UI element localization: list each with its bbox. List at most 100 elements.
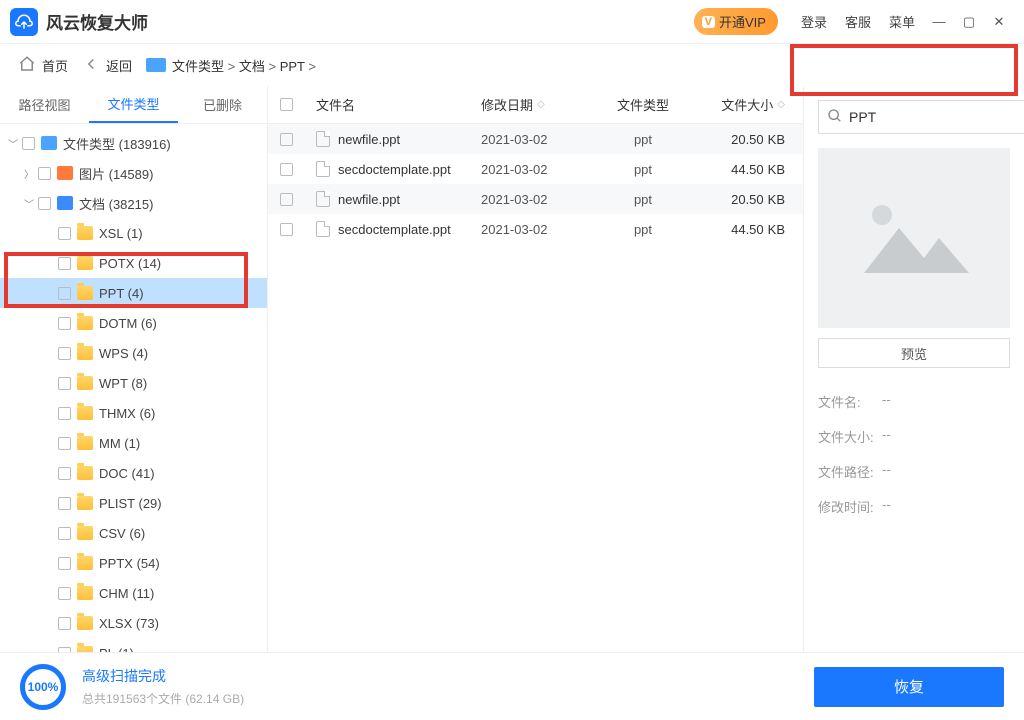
folder-icon xyxy=(77,346,93,360)
checkbox[interactable] xyxy=(22,137,35,150)
file-icon xyxy=(316,221,330,237)
checkbox[interactable] xyxy=(58,347,71,360)
tree-folder[interactable]: PPT (4) xyxy=(0,278,267,308)
checkbox[interactable] xyxy=(38,197,51,210)
tree-folder[interactable]: DOTM (6) xyxy=(0,308,267,338)
col-date[interactable]: 修改日期◇ xyxy=(473,95,593,114)
checkbox[interactable] xyxy=(58,527,71,540)
file-type: ppt xyxy=(593,132,693,147)
close-icon[interactable]: ✕ xyxy=(990,13,1008,31)
home-icon xyxy=(18,55,36,76)
support-link[interactable]: 客服 xyxy=(845,12,871,31)
file-size: 44.50 xyxy=(731,222,764,237)
checkbox[interactable] xyxy=(58,317,71,330)
col-name[interactable]: 文件名 xyxy=(308,95,473,114)
meta-name-value: -- xyxy=(882,392,891,411)
preview-area xyxy=(818,148,1010,328)
file-type: ppt xyxy=(593,192,693,207)
tree-root[interactable]: ﹀ 文件类型 (183916) xyxy=(0,128,267,158)
search-icon xyxy=(827,108,843,127)
checkbox[interactable] xyxy=(58,497,71,510)
login-link[interactable]: 登录 xyxy=(801,12,827,31)
checkbox[interactable] xyxy=(38,167,51,180)
meta-size-label: 文件大小: xyxy=(818,427,882,446)
meta-name-label: 文件名: xyxy=(818,392,882,411)
tree-folder[interactable]: PL (1) xyxy=(0,638,267,652)
folder-icon xyxy=(77,466,93,480)
table-row[interactable]: newfile.ppt2021-03-02ppt20.50KB xyxy=(268,184,803,214)
folder-icon xyxy=(77,406,93,420)
tree-folder[interactable]: WPS (4) xyxy=(0,338,267,368)
table-row[interactable]: secdoctemplate.ppt2021-03-02ppt44.50KB xyxy=(268,214,803,244)
table-row[interactable]: secdoctemplate.ppt2021-03-02ppt44.50KB xyxy=(268,154,803,184)
right-panel: 搜索 预览 文件名:-- 文件大小:-- 文件路径:-- 修改时间:-- xyxy=(804,86,1024,652)
tree-folder[interactable]: PPTX (54) xyxy=(0,548,267,578)
checkbox[interactable] xyxy=(58,407,71,420)
home-button[interactable]: 首页 xyxy=(18,55,68,76)
checkbox[interactable] xyxy=(58,467,71,480)
file-size: 20.50 xyxy=(731,132,764,147)
col-size[interactable]: 文件大小◇ xyxy=(693,95,803,114)
folder-icon xyxy=(77,526,93,540)
preview-button[interactable]: 预览 xyxy=(818,338,1010,368)
checkbox[interactable] xyxy=(280,133,293,146)
sort-icon: ◇ xyxy=(537,99,545,110)
file-icon xyxy=(316,161,330,177)
checkbox[interactable] xyxy=(58,587,71,600)
meta-size-value: -- xyxy=(882,427,891,446)
file-name: newfile.ppt xyxy=(338,132,400,147)
checkbox[interactable] xyxy=(58,617,71,630)
breadcrumb[interactable]: 文件类型 > 文档 > PPT > xyxy=(146,56,316,75)
checkbox-all[interactable] xyxy=(280,98,293,111)
tree: ﹀ 文件类型 (183916) 〉 图片 (14589) ﹀ 文档 (38215… xyxy=(0,124,267,652)
titlebar: 风云恢复大师 V 开通VIP 登录 客服 菜单 — ▢ ✕ xyxy=(0,0,1024,44)
checkbox[interactable] xyxy=(280,223,293,236)
table-row[interactable]: newfile.ppt2021-03-02ppt20.50KB xyxy=(268,124,803,154)
checkbox[interactable] xyxy=(58,377,71,390)
folder-icon xyxy=(77,256,93,270)
folder-icon xyxy=(77,316,93,330)
home-label: 首页 xyxy=(42,56,68,75)
back-icon xyxy=(82,55,100,76)
meta-path-value: -- xyxy=(882,462,891,481)
tree-folder[interactable]: MM (1) xyxy=(0,428,267,458)
tab-deleted[interactable]: 已删除 xyxy=(178,86,267,123)
app-logo-icon xyxy=(10,8,38,36)
tree-folder[interactable]: WPT (8) xyxy=(0,368,267,398)
checkbox[interactable] xyxy=(58,227,71,240)
chevron-right-icon[interactable]: 〉 xyxy=(22,166,36,181)
back-button[interactable]: 返回 xyxy=(82,55,132,76)
checkbox[interactable] xyxy=(58,557,71,570)
vip-button[interactable]: V 开通VIP xyxy=(694,8,778,35)
checkbox[interactable] xyxy=(58,437,71,450)
tree-folder[interactable]: THMX (6) xyxy=(0,398,267,428)
tree-folder[interactable]: PLIST (29) xyxy=(0,488,267,518)
checkbox[interactable] xyxy=(280,163,293,176)
chevron-down-icon[interactable]: ﹀ xyxy=(22,196,36,211)
tree-folder[interactable]: DOC (41) xyxy=(0,458,267,488)
search-input[interactable] xyxy=(849,109,1024,125)
col-type[interactable]: 文件类型 xyxy=(593,95,693,114)
minimize-icon[interactable]: — xyxy=(930,13,948,31)
tree-folder[interactable]: XSL (1) xyxy=(0,218,267,248)
tree-images[interactable]: 〉 图片 (14589) xyxy=(0,158,267,188)
tab-path-view[interactable]: 路径视图 xyxy=(0,86,89,123)
file-date: 2021-03-02 xyxy=(473,132,593,147)
checkbox[interactable] xyxy=(280,193,293,206)
checkbox[interactable] xyxy=(58,287,71,300)
maximize-icon[interactable]: ▢ xyxy=(960,13,978,31)
tree-docs[interactable]: ﹀ 文档 (38215) xyxy=(0,188,267,218)
checkbox[interactable] xyxy=(58,257,71,270)
tree-folder[interactable]: POTX (14) xyxy=(0,248,267,278)
chevron-down-icon[interactable]: ﹀ xyxy=(6,136,20,151)
tree-folder[interactable]: CSV (6) xyxy=(0,518,267,548)
meta-date-label: 修改时间: xyxy=(818,497,882,516)
menu-link[interactable]: 菜单 xyxy=(889,12,915,31)
file-size-unit: KB xyxy=(768,162,785,177)
tree-folder[interactable]: CHM (11) xyxy=(0,578,267,608)
scan-status: 高级扫描完成 xyxy=(82,666,244,686)
recover-button[interactable]: 恢复 xyxy=(814,667,1004,707)
file-date: 2021-03-02 xyxy=(473,162,593,177)
tree-folder[interactable]: XLSX (73) xyxy=(0,608,267,638)
tab-file-type[interactable]: 文件类型 xyxy=(89,86,178,123)
